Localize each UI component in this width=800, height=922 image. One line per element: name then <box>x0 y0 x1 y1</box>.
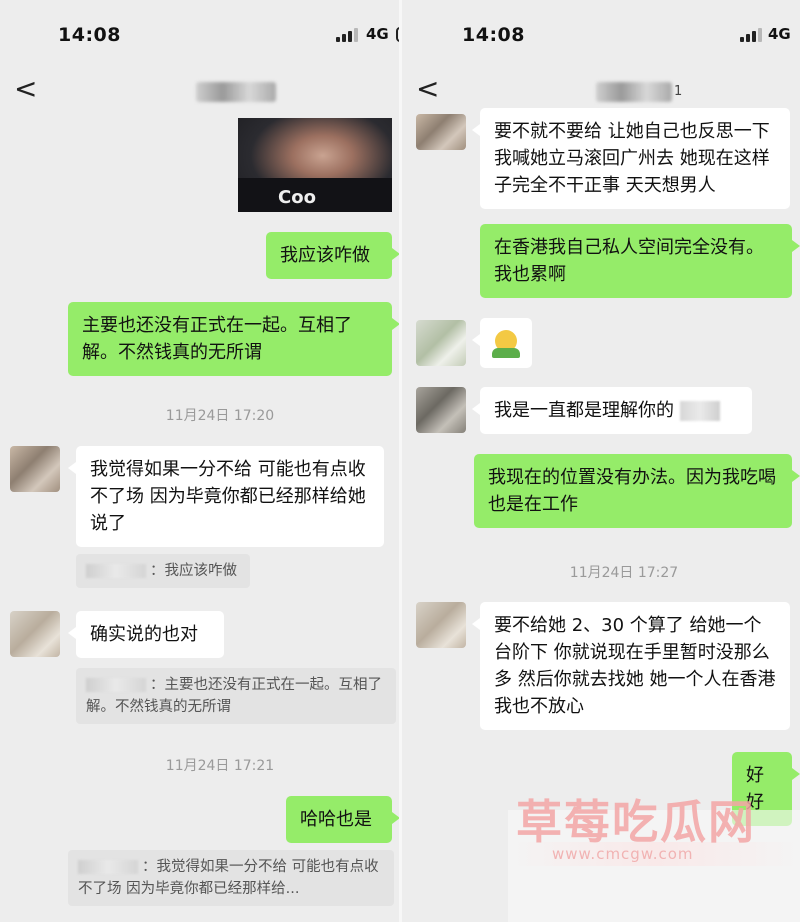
sticker-message[interactable] <box>472 318 532 368</box>
screenshot-root: 14:08 4G < Coo 我应该咋做 主要也还没有正式在一起。互相了解。不然… <box>0 0 800 922</box>
message-received[interactable]: 要不给她 2、30 个算了 给她一个台阶下 你就说现在手里暂时没那么多 然后你就… <box>472 602 790 730</box>
back-chevron-icon[interactable]: < <box>14 72 37 105</box>
message-sent[interactable]: 在香港我自己私人空间完全没有。我也累啊 <box>480 224 800 298</box>
quoted-reply[interactable]: ：主要也还没有正式在一起。互相了解。不然钱真的无所谓 <box>76 668 396 724</box>
contact-name-suffix: 1 <box>674 84 683 99</box>
status-bar: 14:08 4G <box>0 0 400 62</box>
timestamp: 11月24日 17:21 <box>165 758 275 774</box>
watermark-logo-text: 草莓吃瓜网 <box>516 795 756 849</box>
quote-author-redacted <box>86 678 146 692</box>
contact-avatar[interactable] <box>10 611 60 657</box>
quote-author-redacted <box>78 860 138 874</box>
chat-panel-right: 14:08 4G < 1 要不就不要给 让她自己也反思一下 我喊她立马滚回广州去… <box>402 0 800 922</box>
message-received[interactable]: 要不就不要给 让她自己也反思一下 我喊她立马滚回广州去 她现在这样子完全不干正事… <box>472 108 790 209</box>
signal-icon <box>336 28 358 42</box>
contact-avatar[interactable] <box>10 446 60 492</box>
quote-author-redacted <box>86 564 146 578</box>
status-time: 14:08 <box>462 24 525 46</box>
redacted-text <box>680 401 720 421</box>
back-chevron-icon[interactable]: < <box>416 72 439 105</box>
message-sent[interactable]: 我现在的位置没有办法。因为我吃喝也是在工作 <box>474 454 800 528</box>
message-sent[interactable]: 主要也还没有正式在一起。互相了解。不然钱真的无所谓 <box>68 302 400 376</box>
contact-avatar[interactable] <box>416 320 466 366</box>
message-received[interactable]: 确实说的也对 <box>68 611 224 658</box>
sticker-body-icon <box>492 348 520 358</box>
chat-header: < <box>0 62 400 118</box>
message-received[interactable]: 我觉得如果一分不给 可能也有点收不了场 因为毕竟你都已经那样给她说了 <box>68 446 384 547</box>
message-text: 我是一直都是理解你的 <box>494 400 674 421</box>
contact-name-redacted <box>196 82 276 102</box>
photo-shirt: Coo <box>238 178 392 212</box>
photo-shirt-text: Coo <box>278 187 316 208</box>
quoted-reply[interactable]: ：我觉得如果一分不给 可能也有点收不了场 因为毕竟你都已经那样给... <box>68 850 394 906</box>
status-time: 14:08 <box>58 24 121 46</box>
signal-icon <box>740 28 762 42</box>
quote-text: ：我应该咋做 <box>150 563 237 579</box>
contact-avatar[interactable] <box>416 114 466 150</box>
shared-photo[interactable]: Coo <box>238 118 392 212</box>
status-bar: 14:08 4G <box>402 0 800 62</box>
message-sent[interactable]: 哈哈也是 <box>286 796 400 843</box>
message-received[interactable]: 我是一直都是理解你的 <box>472 387 752 434</box>
network-label: 4G <box>768 25 791 43</box>
chat-panel-left: 14:08 4G < Coo 我应该咋做 主要也还没有正式在一起。互相了解。不然… <box>0 0 400 922</box>
timestamp: 11月24日 17:20 <box>165 408 275 424</box>
network-label: 4G <box>366 25 389 43</box>
contact-avatar[interactable] <box>416 602 466 648</box>
watermark-url: www.cmcgw.com <box>552 845 694 863</box>
quoted-reply[interactable]: ：我应该咋做 <box>76 554 250 588</box>
contact-avatar[interactable] <box>416 387 466 433</box>
timestamp: 11月24日 17:27 <box>569 565 679 581</box>
contact-name-redacted <box>596 82 672 102</box>
message-sent[interactable]: 我应该咋做 <box>266 232 400 279</box>
